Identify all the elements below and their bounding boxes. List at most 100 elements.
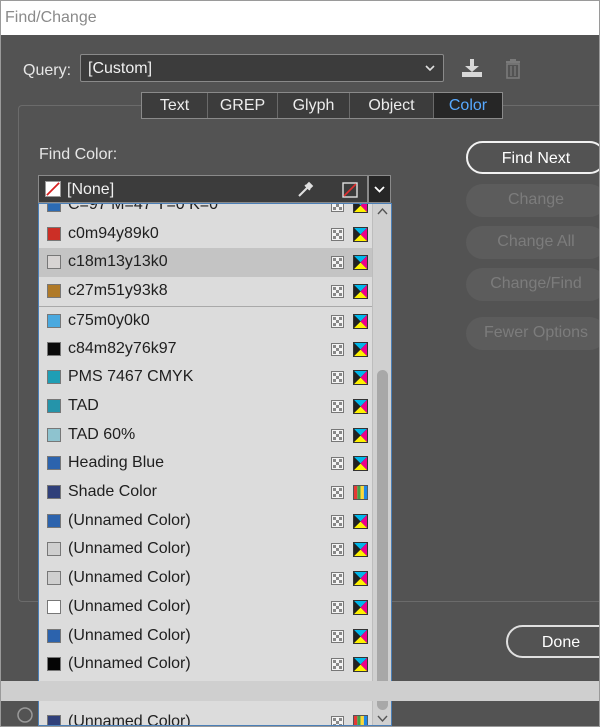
color-swatch-icon xyxy=(47,398,61,413)
swatch-row[interactable]: (Unnamed Color) xyxy=(39,507,372,536)
tab-glyph[interactable]: Glyph xyxy=(278,93,350,118)
color-swatch-icon xyxy=(47,571,61,586)
swatch-name: (Unnamed Color) xyxy=(68,626,191,644)
process-type-icon xyxy=(331,371,344,385)
process-type-icon xyxy=(331,428,344,442)
swatch-row[interactable]: c84m82y76k97 xyxy=(39,335,372,364)
process-type-icon xyxy=(331,486,344,499)
swatch-row[interactable]: c75m0y0k0 xyxy=(39,305,372,336)
query-label: Query: xyxy=(23,62,72,79)
swatch-name: TAD 60% xyxy=(68,425,136,443)
swatch-row[interactable]: (Unnamed Color) xyxy=(39,622,372,651)
color-swatch-icon xyxy=(47,456,61,471)
swatch-row[interactable]: (Unnamed Color) xyxy=(39,564,372,593)
process-type-icon xyxy=(331,457,344,471)
scrollbar-thumb[interactable] xyxy=(377,370,388,710)
swatch-list[interactable]: (Unnamed Color) (Unnamed Color) (Unnamed C… xyxy=(38,203,392,726)
swatch-name: Shade Color xyxy=(68,483,157,500)
swatch-name: c84m82y76k97 xyxy=(68,339,177,357)
color-swatch-icon xyxy=(47,513,61,528)
find-color-label: Find Color: xyxy=(39,146,118,163)
scroll-down-icon[interactable] xyxy=(377,715,388,723)
color-swatch-icon xyxy=(47,657,61,672)
search-type-tabs: Text GREP Glyph Object Color xyxy=(141,92,503,119)
swatch-row[interactable]: Shade Color xyxy=(39,478,372,507)
swatch-name: (Unnamed Color) xyxy=(68,597,191,615)
process-type-icon xyxy=(331,514,344,528)
process-type-icon xyxy=(331,204,344,212)
tab-grep[interactable]: GREP xyxy=(208,93,278,118)
tab-text[interactable]: Text xyxy=(142,93,208,118)
cmyk-mode-icon xyxy=(353,628,368,644)
cmyk-mode-icon xyxy=(353,571,368,587)
change-button[interactable]: Change xyxy=(466,184,599,217)
process-type-icon xyxy=(331,600,344,614)
swatch-name: c18m13y13k0 xyxy=(68,253,168,271)
find-change-dialog: Find/Change Query: [Custom] Text GREP Gl… xyxy=(0,0,600,727)
cmyk-mode-icon xyxy=(353,226,368,242)
chevron-down-icon xyxy=(374,186,385,193)
eyedropper-icon[interactable] xyxy=(296,181,314,199)
swatch-row[interactable]: TAD 60% xyxy=(39,421,372,450)
swatch-name: PMS 7467 CMYK xyxy=(68,368,194,386)
save-query-icon[interactable] xyxy=(459,57,485,81)
color-dropdown-button[interactable] xyxy=(368,175,391,203)
color-swatch-icon xyxy=(47,485,61,499)
none-swatch-icon xyxy=(45,181,61,197)
swatch-row[interactable]: C=97 M=47 Y=0 K=0 xyxy=(39,204,372,220)
swatch-row[interactable]: PMS 7467 CMYK xyxy=(39,363,372,392)
color-swatch-icon xyxy=(47,255,61,270)
swatch-row[interactable]: (Unnamed Color) xyxy=(39,535,372,564)
swatch-row[interactable]: TAD xyxy=(39,392,372,421)
fewer-options-button[interactable]: Fewer Options xyxy=(466,317,599,350)
window-title: Find/Change xyxy=(5,9,97,26)
cmyk-mode-icon xyxy=(353,513,368,529)
done-button[interactable]: Done xyxy=(506,625,599,658)
lab-mode-icon xyxy=(353,485,368,500)
none-color-icon[interactable] xyxy=(341,181,359,199)
swatch-row[interactable]: c0m94y89k0 xyxy=(39,220,372,249)
tab-color[interactable]: Color xyxy=(434,93,502,118)
process-type-icon xyxy=(331,285,344,299)
swatch-row[interactable]: (Unnamed Color) xyxy=(39,593,372,622)
tab-object[interactable]: Object xyxy=(350,93,434,118)
swatch-name: c27m51y93k8 xyxy=(68,282,168,300)
scrollbar[interactable] xyxy=(372,204,391,725)
process-type-icon xyxy=(331,314,344,328)
swatch-row[interactable]: Heading Blue xyxy=(39,449,372,478)
change-all-button[interactable]: Change All xyxy=(466,226,599,259)
change-find-button[interactable]: Change/Find xyxy=(466,268,599,301)
color-swatch-icon xyxy=(47,226,61,241)
query-dropdown[interactable]: [Custom] xyxy=(80,54,444,82)
color-swatch-icon xyxy=(47,284,61,299)
color-swatch-icon xyxy=(47,204,61,212)
process-type-icon xyxy=(331,256,344,270)
find-next-button[interactable]: Find Next xyxy=(466,141,599,174)
cmyk-mode-icon xyxy=(353,398,368,414)
cmyk-mode-icon xyxy=(353,255,368,271)
swatch-name: TAD xyxy=(68,396,99,414)
color-swatch-icon xyxy=(47,313,61,328)
cmyk-mode-icon xyxy=(353,599,368,615)
swatch-name: c75m0y0k0 xyxy=(68,311,150,329)
scroll-up-icon[interactable] xyxy=(377,207,388,215)
swatch-row[interactable]: c18m13y13k0 xyxy=(39,248,372,278)
swatch-name: (Unnamed Color) xyxy=(68,511,191,529)
swatch-name: (Unnamed Color) xyxy=(68,712,191,726)
process-type-icon xyxy=(331,399,344,413)
find-color-dropdown[interactable]: [None] xyxy=(38,175,368,203)
swatch-name: Heading Blue xyxy=(68,454,165,472)
process-type-icon xyxy=(331,715,344,725)
process-type-icon xyxy=(331,629,344,643)
cmyk-mode-icon xyxy=(353,427,368,443)
swatch-row[interactable]: (Unnamed Color) xyxy=(39,650,372,679)
color-swatch-icon xyxy=(47,599,61,614)
swatch-row[interactable]: c27m51y93k8 xyxy=(39,277,372,306)
trash-icon[interactable] xyxy=(500,57,526,81)
selected-color-label: [None] xyxy=(67,181,115,198)
chevron-down-icon xyxy=(425,65,435,72)
process-type-icon xyxy=(331,227,344,241)
swatch-row[interactable]: (Unnamed Color) xyxy=(39,708,372,726)
swatch-name: (Unnamed Color) xyxy=(68,540,191,558)
swatch-name: c0m94y89k0 xyxy=(68,224,159,242)
